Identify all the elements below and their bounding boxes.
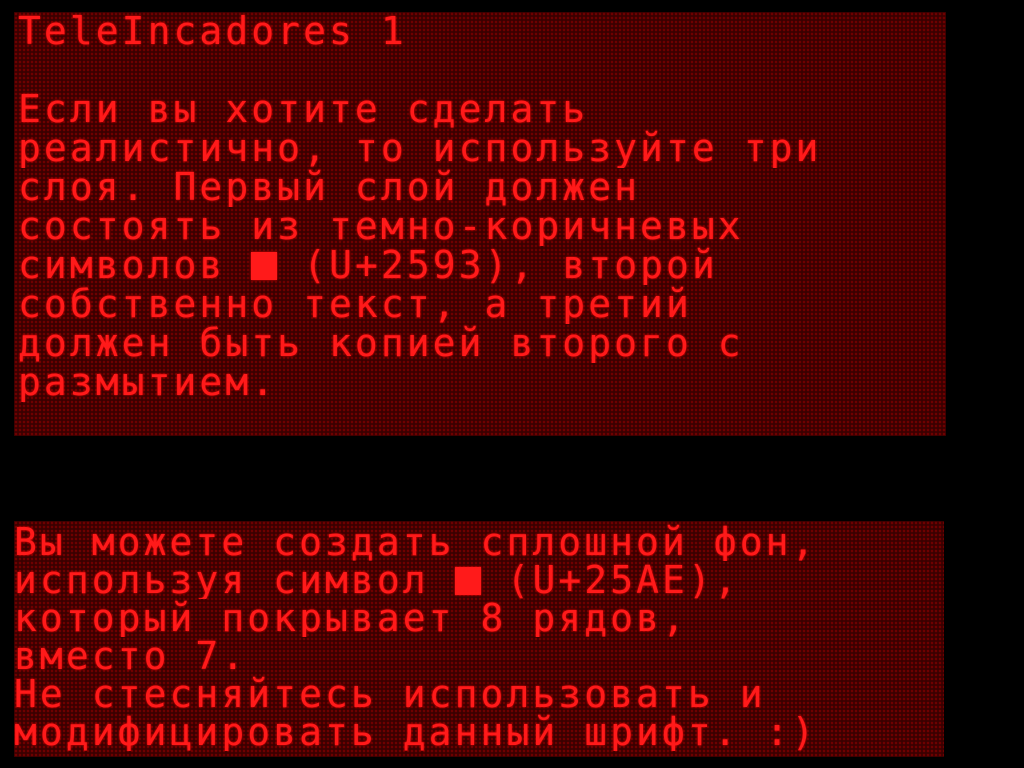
top-text-panel: TeleIncadores 1 Если вы хотите сделать р… xyxy=(14,12,946,436)
text-fragment: используя символ xyxy=(14,561,455,599)
text-line: собственно текст, а третий xyxy=(18,285,692,324)
text-fragment: (U+25AE), xyxy=(480,561,740,599)
shade-block-icon xyxy=(251,252,278,280)
text-line: символов (U+2593), второй xyxy=(18,246,946,285)
text-line: должен быть копией второго с xyxy=(18,324,744,363)
text-line: Не стесняйтесь использовать и xyxy=(14,675,766,713)
text-line: слоя. Первый слой должен xyxy=(18,168,641,207)
panel-title: TeleIncadores 1 xyxy=(18,12,407,51)
text-line: используя символ (U+25AE), xyxy=(14,561,944,599)
led-display-screen: TeleIncadores 1 Если вы хотите сделать р… xyxy=(0,0,1024,768)
text-line: состоять из темно-коричневых xyxy=(18,207,744,246)
text-line: вместо 7. xyxy=(14,637,248,675)
text-line: Если вы хотите сделать xyxy=(18,90,589,129)
text-line: реалистично, то используйте три xyxy=(18,129,822,168)
text-fragment: (U+2593), второй xyxy=(277,246,718,285)
solid-block-icon xyxy=(454,567,481,595)
text-line: модифицировать данный шрифт. :) xyxy=(14,713,818,751)
text-line: Вы можете создать сплошной фон, xyxy=(14,523,818,561)
text-fragment: символов xyxy=(18,246,252,285)
bottom-text-panel: Вы можете создать сплошной фон, использу… xyxy=(14,521,944,757)
text-line: который покрывает 8 рядов, xyxy=(14,599,688,637)
text-line: размытием. xyxy=(18,363,278,402)
